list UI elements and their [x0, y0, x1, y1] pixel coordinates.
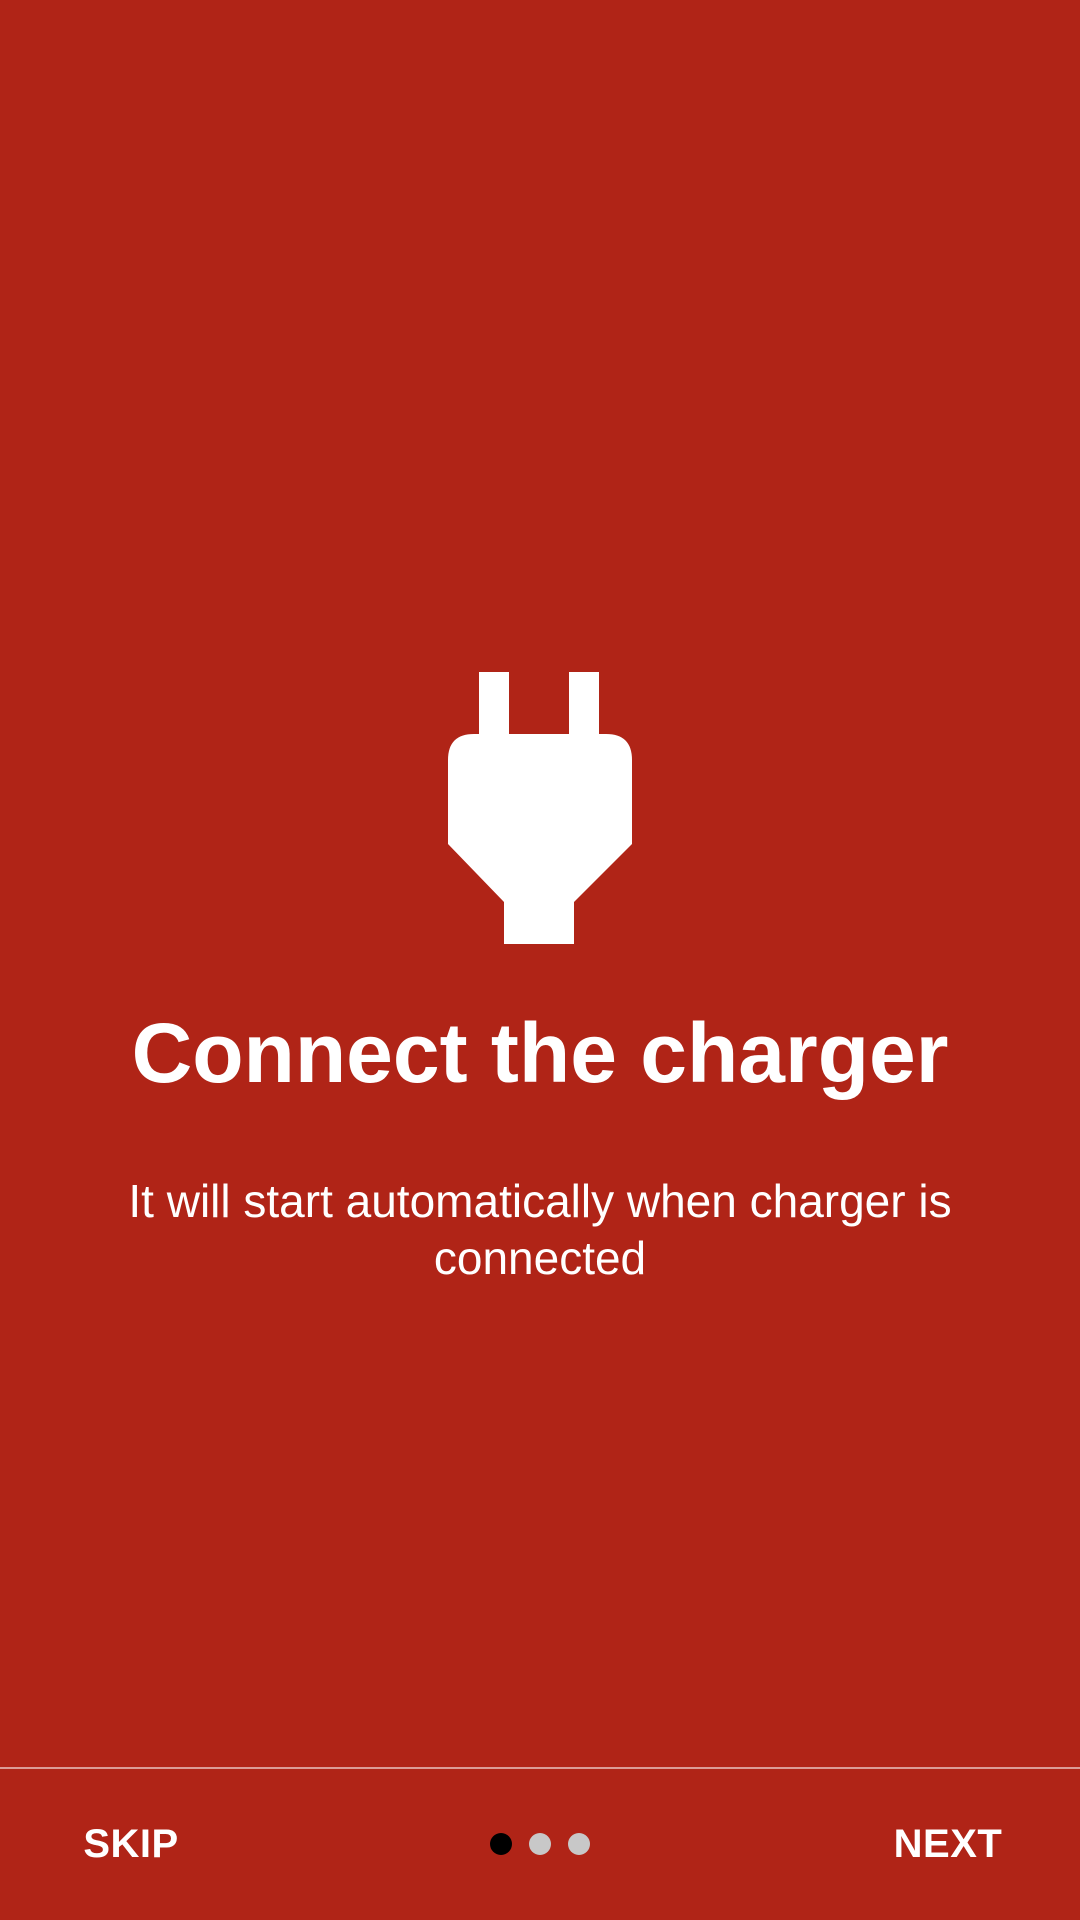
page-title: Connect the charger: [131, 1006, 949, 1100]
onboarding-screen: Connect the charger It will start automa…: [0, 0, 1080, 1920]
page-description: It will start automatically when charger…: [128, 1175, 952, 1284]
page-indicator-dot-3[interactable]: [568, 1833, 590, 1855]
skip-button[interactable]: SKIP: [60, 1769, 202, 1920]
page-indicator: [490, 1831, 590, 1857]
onboarding-slide: Connect the charger It will start automa…: [0, 0, 1080, 1767]
next-button[interactable]: NEXT: [880, 1769, 1016, 1920]
page-indicator-dot-2[interactable]: [529, 1833, 551, 1855]
onboarding-footer: SKIP NEXT: [0, 1769, 1080, 1920]
page-indicator-dot-1[interactable]: [490, 1833, 512, 1855]
power-plug-icon: [448, 672, 632, 944]
